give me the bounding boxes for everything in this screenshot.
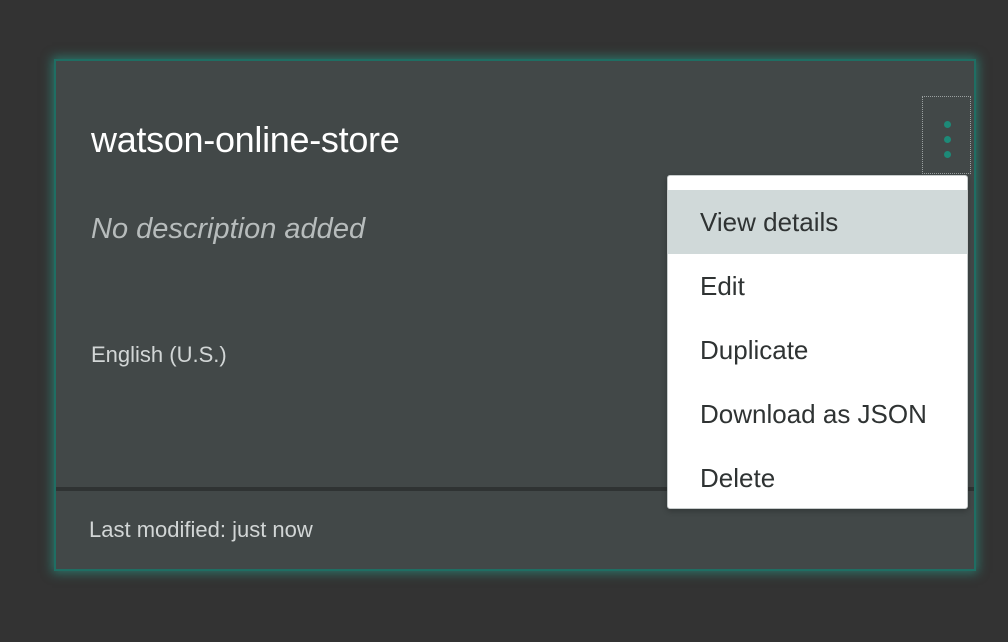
overflow-menu-button[interactable]: [922, 96, 971, 174]
card-title: watson-online-store: [91, 119, 400, 160]
card-language: English (U.S.): [91, 342, 227, 367]
menu-item-download-json[interactable]: Download as JSON: [668, 382, 967, 446]
menu-item-view-details[interactable]: View details: [668, 190, 967, 254]
menu-item-edit[interactable]: Edit: [668, 254, 967, 318]
vertical-ellipsis-icon: [944, 121, 951, 128]
overflow-menu: View details Edit Duplicate Download as …: [667, 175, 968, 509]
menu-item-delete[interactable]: Delete: [668, 446, 967, 510]
vertical-ellipsis-icon: [944, 136, 951, 143]
vertical-ellipsis-icon: [944, 151, 951, 158]
card-description: No description added: [91, 213, 366, 245]
menu-item-duplicate[interactable]: Duplicate: [668, 318, 967, 382]
last-modified-text: Last modified: just now: [89, 517, 313, 542]
